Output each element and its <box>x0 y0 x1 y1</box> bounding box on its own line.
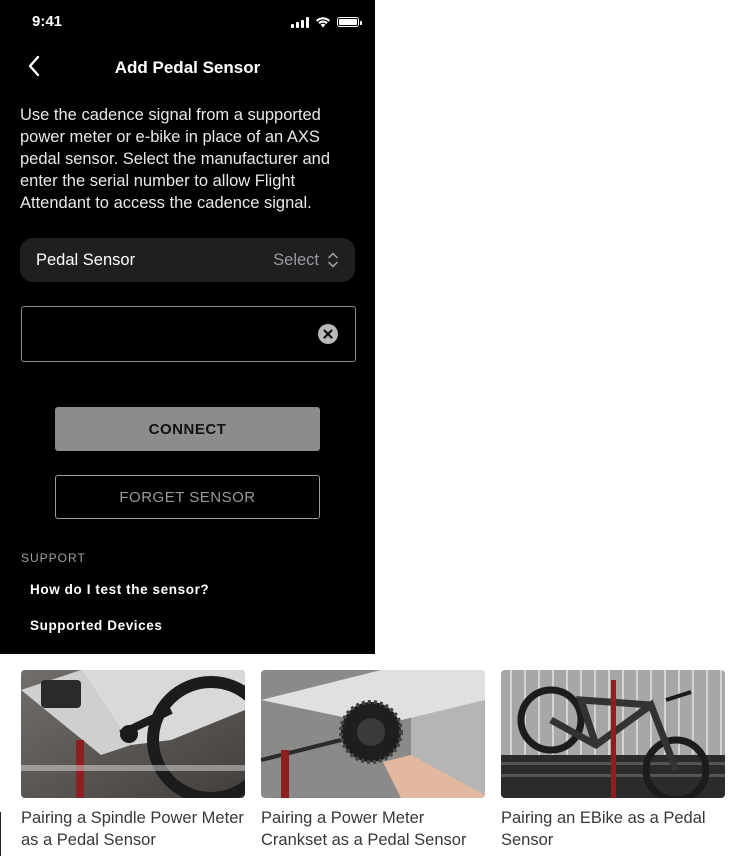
cellular-signal-icon <box>291 16 309 28</box>
serial-number-field[interactable] <box>21 306 356 363</box>
description-text: Use the cadence signal from a supported … <box>20 106 331 212</box>
video-card-ebike[interactable]: Pairing an EBike as a Pedal Sensor <box>501 670 725 851</box>
video-thumbnail-ebike[interactable] <box>501 670 725 798</box>
clear-icon <box>323 329 333 339</box>
pedal-sensor-selector[interactable]: Pedal Sensor Select <box>20 238 355 282</box>
clear-button[interactable] <box>318 324 338 344</box>
video-card-spindle[interactable]: Pairing a Spindle Power Meter as a Pedal… <box>21 670 245 851</box>
status-icons <box>291 16 362 28</box>
selector-label: Pedal Sensor <box>36 250 136 269</box>
selector-value: Select <box>273 250 319 269</box>
forget-sensor-button[interactable]: FORGET SENSOR <box>55 475 320 519</box>
support-link-test-sensor[interactable]: How do I test the sensor? <box>30 582 209 597</box>
video-thumbnail-crankset[interactable] <box>261 670 485 798</box>
battery-icon <box>337 17 362 27</box>
selector-value-group: Select <box>273 251 339 270</box>
app-screen: 9:41 Add Pedal Sensor Use the cadence si… <box>0 0 375 654</box>
support-link-supported-devices[interactable]: Supported Devices <box>30 618 162 633</box>
video-card-crankset[interactable]: Pairing a Power Meter Crankset as a Peda… <box>261 670 485 851</box>
support-heading: SUPPORT <box>21 551 86 565</box>
serial-number-input[interactable] <box>34 307 318 363</box>
page-title: Add Pedal Sensor <box>114 58 261 77</box>
divider-line <box>0 812 1 856</box>
connect-button[interactable]: CONNECT <box>55 407 320 451</box>
wifi-icon <box>316 17 330 28</box>
video-caption-spindle: Pairing a Spindle Power Meter as a Pedal… <box>21 809 244 849</box>
video-caption-crankset: Pairing a Power Meter Crankset as a Peda… <box>261 809 467 849</box>
status-time: 9:41 <box>32 13 63 30</box>
video-caption-ebike: Pairing an EBike as a Pedal Sensor <box>501 809 706 849</box>
chevron-up-down-icon <box>328 252 338 268</box>
video-thumbnail-spindle[interactable] <box>21 670 245 798</box>
